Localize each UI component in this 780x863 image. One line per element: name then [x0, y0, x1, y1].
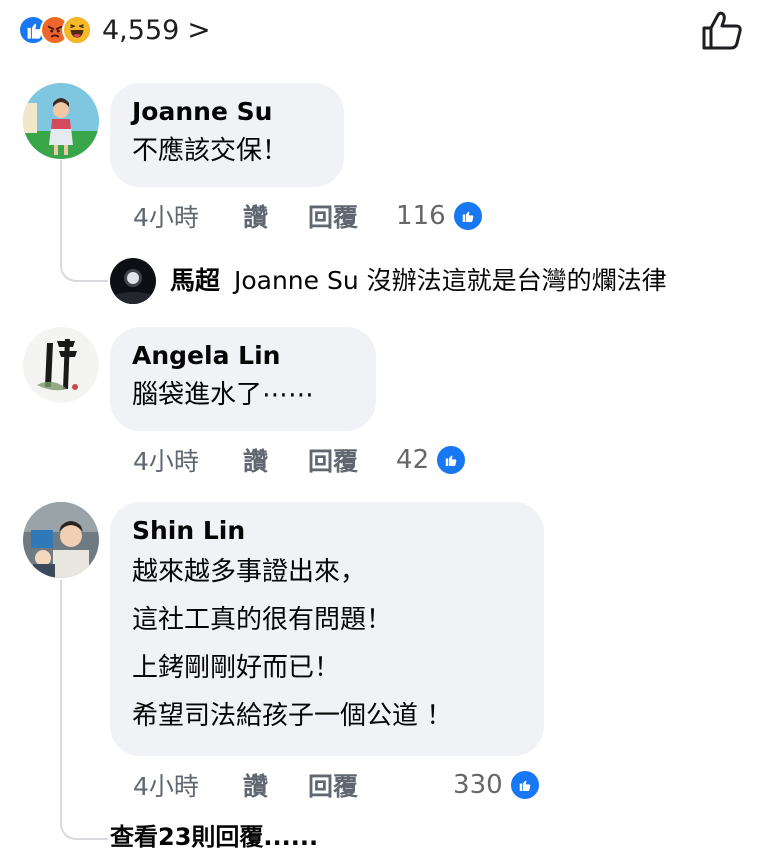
- comment-bubble[interactable]: Joanne Su 不應該交保！: [110, 83, 344, 187]
- comment-bubble[interactable]: Angela Lin 腦袋進水了⋯⋯: [110, 327, 376, 431]
- like-button[interactable]: 讚: [243, 767, 268, 803]
- like-outline-icon[interactable]: [700, 10, 744, 52]
- reply-button[interactable]: 回覆: [308, 198, 358, 234]
- comment-time[interactable]: 4小時: [133, 442, 243, 478]
- comment-actions: 4小時 讚 回覆 116: [133, 196, 484, 236]
- comment-text: 不應該交保！: [132, 136, 289, 166]
- like-icon: [508, 769, 541, 801]
- comment-author[interactable]: Joanne Su: [132, 95, 322, 129]
- reply-thread-line: [60, 160, 108, 282]
- avatar[interactable]: [23, 83, 99, 159]
- reply-button[interactable]: 回覆: [308, 767, 358, 803]
- comment-author[interactable]: Shin Lin: [132, 514, 522, 548]
- comment-text: 上銬剛剛好而已！: [132, 653, 341, 683]
- avatar[interactable]: [23, 327, 99, 403]
- comment-text: 腦袋進水了⋯⋯: [132, 380, 315, 410]
- reply-author[interactable]: 馬超: [170, 266, 220, 295]
- comment-time[interactable]: 4小時: [133, 767, 243, 803]
- reaction-summary[interactable]: 4,559 >: [18, 10, 211, 50]
- comment-text: 越來越多事證出來，: [132, 557, 367, 587]
- comment-text: 希望司法給孩子一個公道 ！: [132, 701, 453, 731]
- view-more-replies-link[interactable]: 查看23則回覆......: [110, 820, 318, 854]
- haha-icon: [62, 15, 92, 45]
- like-icon: [451, 200, 484, 232]
- chevron-right-icon: >: [187, 13, 211, 46]
- reply-preview[interactable]: 馬超 Joanne Su 沒辦法這就是台灣的爛法律: [170, 264, 667, 298]
- reaction-count: 4,559: [102, 14, 180, 46]
- reply-thread-line: [60, 580, 108, 840]
- like-icon: [435, 444, 468, 476]
- comment-actions: 4小時 讚 回覆 42: [133, 440, 468, 480]
- comment-text: 這社工真的很有問題！: [132, 605, 393, 635]
- avatar[interactable]: [110, 258, 156, 304]
- comment-time[interactable]: 4小時: [133, 198, 243, 234]
- avatar[interactable]: [23, 502, 99, 578]
- reply-button[interactable]: 回覆: [308, 442, 358, 478]
- comment-actions: 4小時 讚 回覆 330: [133, 765, 541, 805]
- reaction-count[interactable]: 42: [396, 445, 429, 475]
- reaction-count[interactable]: 116: [396, 201, 446, 231]
- reply-text: Joanne Su 沒辦法這就是台灣的爛法律: [233, 266, 667, 295]
- reaction-count[interactable]: 330: [453, 770, 503, 800]
- comment-bubble[interactable]: Shin Lin 越來越多事證出來， 這社工真的很有問題！ 上銬剛剛好而已！ 希…: [110, 502, 544, 756]
- comment-author[interactable]: Angela Lin: [132, 339, 354, 373]
- like-button[interactable]: 讚: [243, 198, 268, 234]
- like-button[interactable]: 讚: [243, 442, 268, 478]
